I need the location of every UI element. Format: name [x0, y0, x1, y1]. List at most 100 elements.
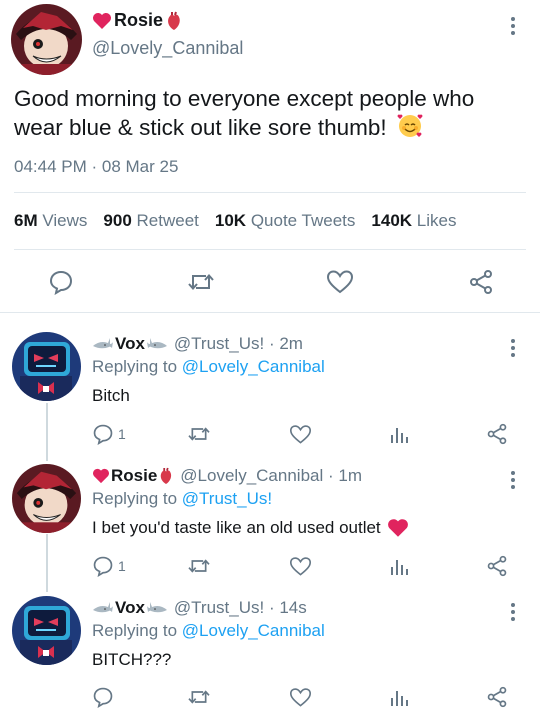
reply-count: 1 — [118, 426, 126, 442]
retweet-icon[interactable] — [187, 420, 211, 448]
more-icon[interactable] — [505, 601, 521, 623]
reply-handle[interactable]: @Trust_Us! — [174, 598, 264, 618]
reply-header: Vox @Trust_Us! · 2m — [92, 334, 303, 354]
reply-header: Rosie @Lovely_Cannibal · 1m — [92, 466, 362, 486]
tweet-text: Good morning to everyone except people w… — [14, 84, 514, 142]
avatar-rosie[interactable] — [11, 4, 82, 75]
replying-label: Replying to — [92, 621, 178, 640]
share-icon[interactable] — [461, 262, 501, 302]
main-tweet: Rosie @Lovely_Cannibal Good morning to e… — [0, 0, 540, 313]
quotes-count: 10K — [214, 211, 247, 230]
like-icon[interactable] — [320, 262, 360, 302]
replying-to: Replying to @Lovely_Cannibal — [92, 357, 325, 377]
reply-button[interactable]: 1 — [92, 552, 126, 580]
replying-to-link[interactable]: @Lovely_Cannibal — [182, 621, 325, 640]
reply-icon — [92, 555, 114, 577]
replying-to: Replying to @Lovely_Cannibal — [92, 621, 325, 641]
views-label: Views — [42, 211, 88, 230]
shark-icon — [92, 601, 114, 615]
avatar-vox[interactable] — [12, 596, 81, 665]
replying-label: Replying to — [92, 489, 178, 508]
reply-text-row: I bet you'd taste like an old used outle… — [92, 518, 409, 538]
retweet-icon[interactable] — [187, 683, 211, 711]
divider — [14, 249, 526, 250]
reply-author[interactable]: Vox — [92, 334, 168, 354]
likes-stat[interactable]: 140K Likes — [371, 211, 456, 231]
reply-header: Vox @Trust_Us! · 14s — [92, 598, 307, 618]
reply-icon[interactable] — [41, 262, 81, 302]
likes-count: 140K — [371, 211, 413, 230]
divider — [14, 192, 526, 193]
reply-tweet[interactable]: Rosie @Lovely_Cannibal · 1m Replying to … — [0, 464, 540, 594]
more-icon[interactable] — [505, 469, 521, 491]
reply-button[interactable]: 1 — [92, 420, 126, 448]
views-stat[interactable]: 6M Views — [14, 211, 87, 231]
quotes-stat[interactable]: 10K Quote Tweets — [215, 211, 356, 231]
reply-text-row: Bitch — [92, 386, 130, 406]
anatomical-heart-icon — [165, 11, 183, 31]
reply-button[interactable] — [92, 683, 114, 711]
reply-action-bar: 1 — [0, 552, 540, 580]
stats-row: 6M Views 900 Retweet 10K Quote Tweets 14… — [14, 211, 456, 231]
reply-icon — [92, 686, 114, 708]
share-icon[interactable] — [486, 552, 508, 580]
share-icon[interactable] — [486, 420, 508, 448]
retweets-label: Retweet — [136, 211, 199, 230]
avatar-rosie[interactable] — [12, 464, 81, 533]
reply-icon — [92, 423, 114, 445]
retweet-icon[interactable] — [181, 262, 221, 302]
likes-label: Likes — [416, 211, 457, 230]
views-count: 6M — [14, 211, 38, 230]
heart-emoji-icon — [92, 12, 112, 30]
divider — [0, 312, 540, 313]
reply-display-name: Vox — [115, 334, 145, 353]
replying-to-link[interactable]: @Lovely_Cannibal — [182, 357, 325, 376]
reply-text: Bitch — [92, 386, 130, 405]
shark-icon — [92, 337, 114, 351]
replying-to: Replying to @Trust_Us! — [92, 489, 272, 509]
reply-time: · 1m — [328, 466, 362, 485]
smiling-face-with-hearts-icon — [397, 113, 423, 139]
more-icon[interactable] — [505, 337, 521, 359]
heart-emoji-icon — [92, 468, 110, 484]
like-icon[interactable] — [289, 420, 312, 448]
retweet-icon[interactable] — [187, 552, 211, 580]
share-icon[interactable] — [486, 683, 508, 711]
action-bar — [0, 262, 540, 302]
reply-display-name: Vox — [115, 598, 145, 617]
reply-time: · 14s — [268, 598, 307, 617]
avatar-vox[interactable] — [12, 332, 81, 401]
analytics-icon[interactable] — [389, 683, 409, 711]
reply-count: 1 — [118, 558, 126, 574]
reply-action-bar: 1 — [0, 420, 540, 448]
more-icon[interactable] — [505, 15, 521, 37]
like-icon[interactable] — [289, 683, 312, 711]
reply-author[interactable]: Vox — [92, 598, 168, 618]
shark-icon — [146, 601, 168, 615]
reply-text-row: BITCH??? — [92, 650, 171, 670]
reply-author[interactable]: Rosie — [92, 466, 174, 486]
reply-text: I bet you'd taste like an old used outle… — [92, 518, 381, 537]
reply-time: · 2m — [268, 334, 303, 353]
quotes-label: Quote Tweets — [250, 211, 356, 230]
anatomical-heart-icon — [158, 467, 174, 485]
reply-handle[interactable]: @Trust_Us! — [174, 334, 264, 354]
timestamp: 04:44 PM · 08 Mar 25 — [14, 157, 179, 176]
analytics-icon[interactable] — [389, 552, 409, 580]
display-name-row: Rosie — [92, 10, 183, 31]
replying-to-link[interactable]: @Trust_Us! — [182, 489, 272, 508]
reply-handle[interactable]: @Lovely_Cannibal — [180, 466, 323, 486]
reply-tweet[interactable]: Vox @Trust_Us! · 14s Replying to @Lovely… — [0, 596, 540, 713]
display-name[interactable]: Rosie — [114, 10, 163, 31]
like-icon[interactable] — [289, 552, 312, 580]
handle[interactable]: @Lovely_Cannibal — [92, 38, 243, 59]
analytics-icon[interactable] — [389, 420, 409, 448]
retweets-stat[interactable]: 900 Retweet — [103, 211, 198, 231]
shark-icon — [146, 337, 168, 351]
retweets-count: 900 — [103, 211, 132, 230]
reply-text: BITCH??? — [92, 650, 172, 669]
reply-tweet[interactable]: Vox @Trust_Us! · 2m Replying to @Lovely_… — [0, 332, 540, 462]
replying-label: Replying to — [92, 357, 178, 376]
reply-action-bar — [0, 683, 540, 711]
heart-emoji-icon — [387, 518, 409, 538]
